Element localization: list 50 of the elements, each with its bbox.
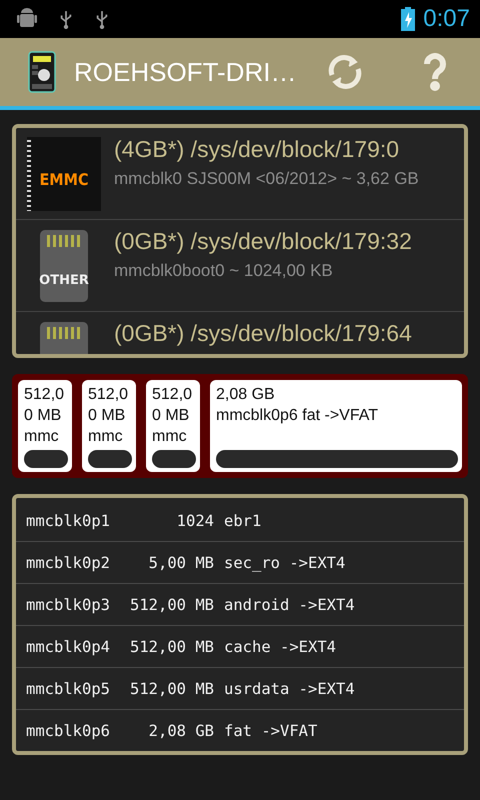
partition-info: 0 MB — [88, 406, 126, 426]
usage-bar — [24, 450, 68, 468]
partition-info: mmc — [88, 427, 124, 447]
partition-info: 0 MB — [152, 406, 190, 426]
usb-icon — [95, 9, 109, 29]
device-details: mmcblk0boot0 ~ 1024,00 KB — [114, 261, 334, 281]
partition-info: 512,0 — [152, 385, 194, 405]
partition-size: 512,00 MB — [129, 680, 214, 698]
partition-card[interactable]: 512,0 0 MB mmc — [82, 380, 136, 472]
partition-card[interactable]: 512,0 0 MB mmc — [18, 380, 72, 472]
partition-info: mmc — [152, 427, 188, 447]
battery-icon — [401, 7, 416, 31]
partition-info: mmcblk0p6 fat ->VFAT — [216, 406, 379, 426]
partition-size: 512,00 MB — [129, 596, 214, 614]
partition-name: mmcblk0p6 — [26, 722, 111, 740]
partition-name: mmcblk0p2 — [26, 554, 111, 572]
partition-label: cache ->EXT4 — [224, 638, 336, 656]
usage-bar — [152, 450, 196, 468]
app-icon — [28, 51, 56, 93]
partition-size: 5,00 MB — [148, 554, 214, 572]
partition-info: 512,0 — [24, 385, 66, 405]
partition-label: fat ->VFAT — [224, 722, 318, 740]
partition-info: mmc — [24, 427, 60, 447]
usage-bar — [88, 450, 132, 468]
partition-name: mmcblk0p3 — [26, 596, 111, 614]
device-path[interactable]: (0GB*) /sys/dev/block/179:64 — [114, 320, 412, 347]
partition-card[interactable]: 512,0 0 MB mmc — [146, 380, 200, 472]
sd-card-icon: OTHER — [40, 230, 88, 302]
partition-size: 1024 — [176, 512, 214, 530]
partition-size: 512,00 MB — [129, 638, 214, 656]
device-path[interactable]: (0GB*) /sys/dev/block/179:32 — [114, 228, 412, 255]
partition-info: 512,0 — [88, 385, 130, 405]
partition-info: 0 MB — [24, 406, 62, 426]
usb-icon — [59, 9, 73, 29]
partition-size: 2,08 GB — [148, 722, 214, 740]
clock: 0:07 — [423, 5, 470, 33]
partition-label: usrdata ->EXT4 — [224, 680, 355, 698]
partition-name: mmcblk0p5 — [26, 680, 111, 698]
partition-label: android ->EXT4 — [224, 596, 355, 614]
emmc-chip-icon: EMMC — [27, 137, 101, 211]
partition-label: sec_ro ->EXT4 — [224, 554, 346, 572]
android-icon — [17, 8, 37, 30]
device-details: mmcblk0 SJS00M <06/2012> ~ 3,62 GB — [114, 169, 419, 189]
partition-card[interactable]: 2,08 GB mmcblk0p6 fat ->VFAT — [210, 380, 462, 472]
partition-label: ebr1 — [224, 512, 262, 530]
app-title: ROEHSOFT-DRI… — [74, 56, 298, 88]
partition-name: mmcblk0p4 — [26, 638, 111, 656]
device-path[interactable]: (4GB*) /sys/dev/block/179:0 — [114, 136, 419, 163]
partition-name: mmcblk0p1 — [26, 512, 111, 530]
partition-info: 2,08 GB — [216, 385, 276, 405]
